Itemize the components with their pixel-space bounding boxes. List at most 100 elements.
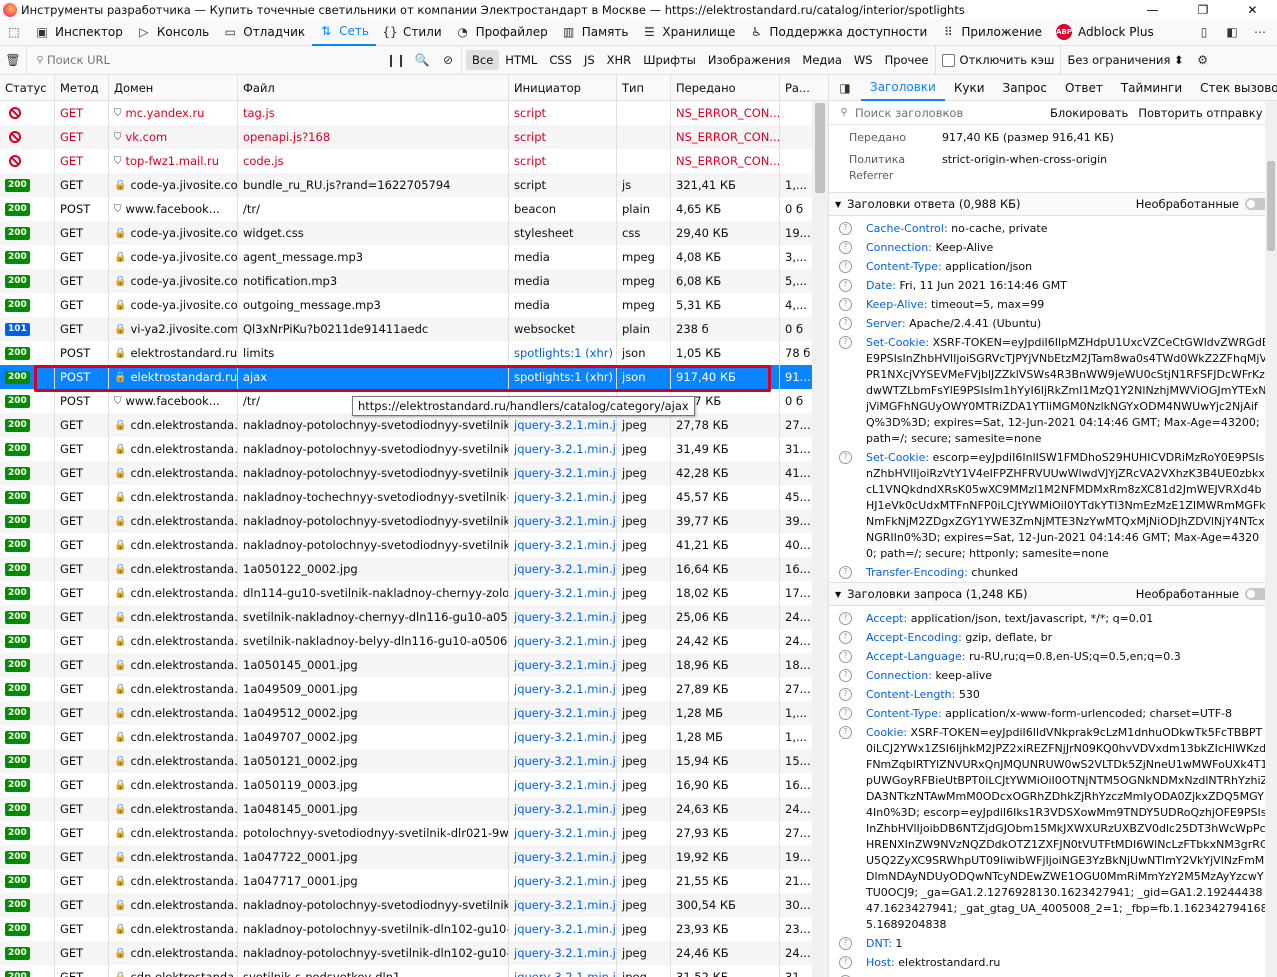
help-icon[interactable]: ?	[839, 611, 852, 625]
initiator-cell[interactable]: jquery-3.2.1.min.j...	[509, 653, 617, 677]
scrollbar-thumb[interactable]	[1267, 161, 1275, 251]
table-row[interactable]: 101 GET 🔒 vi-ya2.jivosite.com Ql3xNrPiKu?b02…	[0, 317, 828, 341]
initiator-cell[interactable]: jquery-3.2.1.min.j...	[509, 605, 617, 629]
table-row[interactable]: 200 GET 🔒 code-ya.jivosite.com bundle_ru_RU.…	[0, 173, 828, 197]
details-tab-1[interactable]: Куки	[945, 75, 994, 101]
table-row[interactable]: 200 GET 🔒 cdn.elektrostanda... 1a049512_0002…	[0, 701, 828, 725]
table-row[interactable]: 200 GET 🔒 cdn.elektrostanda... nakladnoy-pot…	[0, 509, 828, 533]
initiator-cell[interactable]: jquery-3.2.1.min.j...	[509, 941, 617, 965]
type-filter-1[interactable]: HTML	[499, 46, 543, 75]
header-row[interactable]: ? Cache-Control: no-cache, private	[829, 219, 1277, 238]
table-row[interactable]: 200 GET 🔒 code-ya.jivosite.com widget.css sty…	[0, 221, 828, 245]
tab-inspector[interactable]: ▣ Инспектор	[28, 19, 130, 46]
block-button[interactable]: ⊘	[435, 46, 461, 75]
table-row[interactable]: 200 GET 🔒 cdn.elektrostanda... 1a047722_0001…	[0, 845, 828, 869]
settings-button[interactable]: ⚙	[1190, 46, 1216, 75]
table-row[interactable]: 200 GET 🔒 cdn.elektrostanda... nakladnoy-pot…	[0, 917, 828, 941]
help-icon[interactable]: ?	[839, 259, 852, 273]
initiator-cell[interactable]: jquery-3.2.1.min.j...	[509, 581, 617, 605]
help-icon[interactable]: ?	[839, 297, 852, 311]
raw-toggle[interactable]: Необработанные	[1136, 197, 1269, 211]
headers-search-input[interactable]: Поиск заголовков	[855, 106, 1045, 120]
type-filter-4[interactable]: XHR	[601, 46, 638, 75]
table-row[interactable]: 200 GET 🔒 cdn.elektrostanda... 1a049707_0002…	[0, 725, 828, 749]
resend-button[interactable]: Повторить отправку ▾	[1133, 106, 1277, 120]
table-row[interactable]: 200 GET 🔒 cdn.elektrostanda... svetilnik-nak…	[0, 605, 828, 629]
table-row[interactable]: 200 GET 🔒 cdn.elektrostanda... nakladnoy-pot…	[0, 437, 828, 461]
header-row[interactable]: ? Cookie: XSRF-TOKEN=eyJpdiI6IldVNkprak9c…	[829, 723, 1277, 934]
tab-adblock[interactable]: ABP Adblock Plus	[1049, 19, 1161, 46]
close-button[interactable]: ✕	[1247, 3, 1257, 17]
block-request-button[interactable]: Блокировать	[1045, 106, 1133, 120]
header-row[interactable]: ? Transfer-Encoding: chunked	[829, 563, 1277, 582]
initiator-cell[interactable]: jquery-3.2.1.min.j...	[509, 437, 617, 461]
table-row[interactable]: 200 GET 🔒 cdn.elektrostanda... 1a050119_0003…	[0, 773, 828, 797]
header-row[interactable]: ? Server: Apache/2.4.41 (Ubuntu)	[829, 314, 1277, 333]
url-filter-input[interactable]	[47, 53, 377, 67]
table-row[interactable]: GET ⛉ top-fwz1.mail.ru code.js script NS_ERRO…	[0, 149, 828, 173]
type-filter-8[interactable]: WS	[848, 46, 879, 75]
initiator-cell[interactable]: spotlights:1 (xhr)	[509, 341, 617, 365]
pause-button[interactable]: ❙❙	[383, 46, 409, 75]
table-row[interactable]: 200 GET 🔒 cdn.elektrostanda... svetilnik-s-p…	[0, 965, 828, 977]
help-icon[interactable]: ?	[839, 316, 852, 330]
details-scrollbar[interactable]	[1265, 101, 1277, 977]
header-row[interactable]: ? Keep-Alive: timeout=5, max=99	[829, 295, 1277, 314]
table-row[interactable]: 200 GET 🔒 code-ya.jivosite.com notification.…	[0, 269, 828, 293]
scrollbar-thumb[interactable]	[815, 103, 825, 193]
table-row[interactable]: 200 GET 🔒 cdn.elektrostanda... dln114-gu10-s…	[0, 581, 828, 605]
type-filter-6[interactable]: Изображения	[702, 46, 797, 75]
initiator-cell[interactable]: jquery-3.2.1.min.j...	[509, 677, 617, 701]
initiator-cell[interactable]: jquery-3.2.1.min.j...	[509, 965, 617, 977]
type-filter-0[interactable]: Все	[466, 50, 500, 70]
header-row[interactable]: ? Accept-Language: ru-RU,ru;q=0.8,en-US;q…	[829, 647, 1277, 666]
table-row[interactable]: 200 GET 🔒 cdn.elektrostanda... nakladnoy-pot…	[0, 533, 828, 557]
tab-network[interactable]: ⇅ Сеть	[312, 19, 376, 46]
col-size[interactable]: Ра...	[780, 75, 812, 100]
table-row[interactable]: 200 GET 🔒 code-ya.jivosite.com agent_message…	[0, 245, 828, 269]
tab-styles[interactable]: {} Стили	[376, 19, 449, 46]
header-row[interactable]: ? DNT: 1	[829, 934, 1277, 953]
initiator-cell[interactable]: jquery-3.2.1.min.j...	[509, 701, 617, 725]
initiator-cell[interactable]: jquery-3.2.1.min.j...	[509, 461, 617, 485]
help-icon[interactable]: ?	[839, 668, 852, 682]
initiator-cell[interactable]: jquery-3.2.1.min.j...	[509, 629, 617, 653]
table-row[interactable]: 200 POST 🔒 elektrostandard.ru ajax spotlights…	[0, 365, 828, 389]
col-status[interactable]: Статус	[0, 75, 55, 100]
type-filter-5[interactable]: Шрифты	[637, 46, 702, 75]
initiator-cell[interactable]: jquery-3.2.1.min.j...	[509, 845, 617, 869]
table-row[interactable]: 200 GET 🔒 cdn.elektrostanda... 1a050122_0002…	[0, 557, 828, 581]
header-row[interactable]: ? Set-Cookie: escorp=eyJpdiI6InlISW1FMDho…	[829, 448, 1277, 563]
table-scrollbar[interactable]	[812, 101, 828, 977]
search-button[interactable]: 🔍	[409, 46, 435, 75]
header-row[interactable]: ? Set-Cookie: XSRF-TOKEN=eyJpdiI6IlpMZHdp…	[829, 333, 1277, 448]
help-icon[interactable]: ?	[839, 240, 852, 254]
dock-side-icon[interactable]: ◧	[1225, 25, 1239, 39]
col-initiator[interactable]: Инициатор	[509, 75, 617, 100]
toggle-sidebar-button[interactable]: ◨	[829, 75, 861, 101]
initiator-cell[interactable]: jquery-3.2.1.min.j...	[509, 893, 617, 917]
details-tab-4[interactable]: Тайминги	[1112, 75, 1191, 101]
responsive-mode-icon[interactable]: ▯	[1197, 25, 1211, 39]
table-row[interactable]: 200 GET 🔒 cdn.elektrostanda... 1a050121_0002…	[0, 749, 828, 773]
initiator-cell[interactable]: jquery-3.2.1.min.j...	[509, 509, 617, 533]
initiator-cell[interactable]: jquery-3.2.1.min.j...	[509, 725, 617, 749]
col-domain[interactable]: Домен	[109, 75, 238, 100]
table-row[interactable]: 200 GET 🔒 cdn.elektrostanda... nakladnoy-pot…	[0, 893, 828, 917]
type-filter-7[interactable]: Медиа	[796, 46, 847, 75]
initiator-cell[interactable]: jquery-3.2.1.min.j...	[509, 557, 617, 581]
header-row[interactable]: ? Host: elektrostandard.ru	[829, 953, 1277, 972]
help-icon[interactable]: ?	[839, 706, 852, 720]
tab-memory[interactable]: ▥ Память	[555, 19, 636, 46]
initiator-cell[interactable]: jquery-3.2.1.min.j...	[509, 797, 617, 821]
raw-toggle[interactable]: Необработанные	[1136, 587, 1269, 601]
checkbox[interactable]	[941, 53, 955, 67]
table-row[interactable]: 200 POST ⛉ www.facebook.../tr/beacon plain 4,…	[0, 197, 828, 221]
table-row[interactable]: 200 GET 🔒 cdn.elektrostanda... 1a049509_0001…	[0, 677, 828, 701]
help-icon[interactable]: ?	[839, 649, 852, 663]
help-icon[interactable]: ?	[839, 278, 852, 292]
help-icon[interactable]: ?	[839, 955, 852, 969]
header-row[interactable]: ? Content-Length: 530	[829, 685, 1277, 704]
header-row[interactable]: ? Accept: application/json, text/javascri…	[829, 609, 1277, 628]
response-headers-section[interactable]: ▼ Заголовки ответа (0,988 КБ) Необработа…	[829, 192, 1277, 216]
